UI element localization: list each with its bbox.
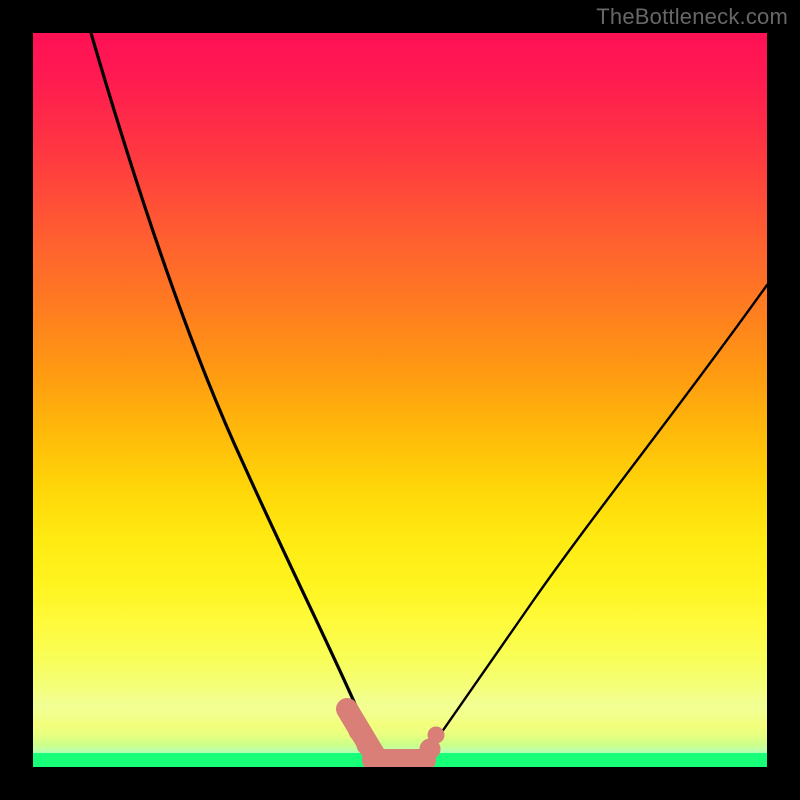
marker-right-2 [428,727,444,743]
marker-left-1 [339,703,359,723]
watermark-text: TheBottleneck.com [596,4,788,30]
right-curve [430,285,767,749]
plot-area [33,33,767,767]
curves-layer [33,33,767,767]
chart-outer-frame: TheBottleneck.com [0,0,800,800]
left-curve [91,33,389,765]
marker-left-3 [357,735,377,755]
